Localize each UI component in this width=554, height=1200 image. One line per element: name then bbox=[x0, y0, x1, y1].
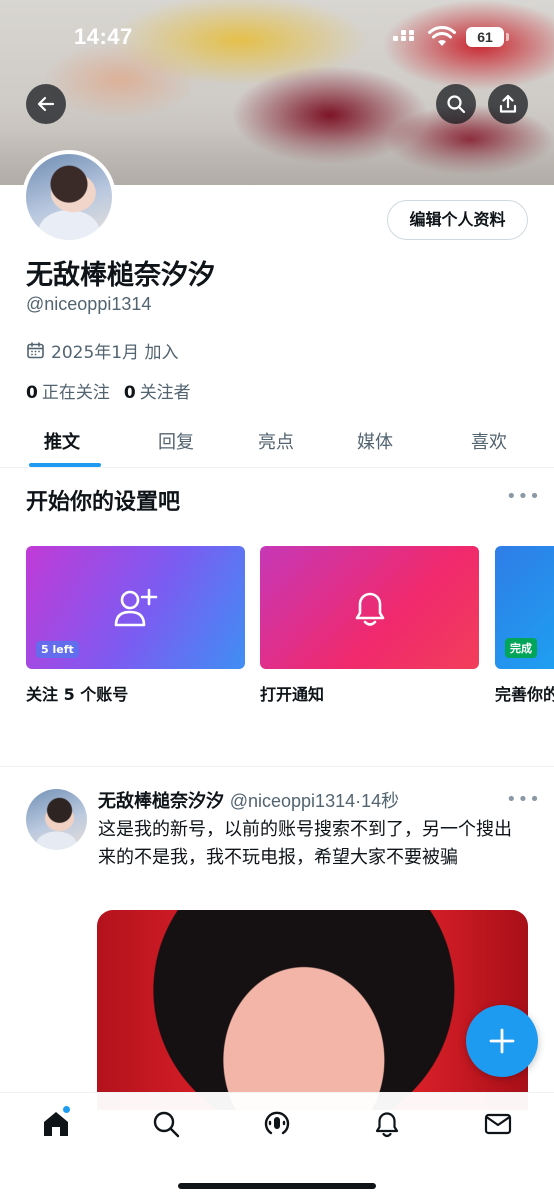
post-image[interactable] bbox=[97, 910, 528, 1110]
post-author-name[interactable]: 无敌棒槌奈汐汐 bbox=[98, 791, 224, 812]
setup-card-profile[interactable]: 完成 bbox=[495, 546, 554, 669]
followers-link[interactable]: 0 关注者 bbox=[124, 378, 191, 403]
profile-tabs: 推文 回复 亮点 媒体 喜欢 bbox=[0, 412, 554, 468]
cellular-signal-icon bbox=[393, 30, 415, 46]
following-label: 正在关注 bbox=[41, 383, 110, 403]
edit-profile-button[interactable]: 编辑个人资料 bbox=[387, 200, 528, 240]
home-indicator bbox=[178, 1183, 376, 1189]
search-icon[interactable] bbox=[151, 1109, 181, 1139]
active-tab-indicator bbox=[29, 463, 101, 467]
search-button[interactable] bbox=[436, 84, 476, 124]
following-count: 0 bbox=[26, 383, 38, 403]
status-bar: 14:47 61 bbox=[0, 22, 554, 54]
setup-card-follow[interactable]: 5 left bbox=[26, 546, 245, 669]
setup-card-notifications-label: 打开通知 bbox=[260, 685, 325, 704]
back-arrow-icon bbox=[37, 96, 55, 112]
calendar-icon bbox=[27, 342, 44, 359]
tab-replies[interactable]: 回复 bbox=[158, 428, 194, 454]
setup-card-profile-label: 完善你的 bbox=[495, 685, 554, 704]
notifications-icon[interactable] bbox=[372, 1109, 402, 1139]
compose-button[interactable] bbox=[466, 1005, 538, 1077]
more-options-icon[interactable]: ••• bbox=[506, 486, 541, 507]
joined-date: 2025年1月 加入 bbox=[26, 338, 178, 363]
user-handle: @niceoppi1314 bbox=[26, 294, 152, 314]
tab-media[interactable]: 媒体 bbox=[357, 428, 393, 454]
status-time: 14:47 bbox=[74, 24, 133, 49]
complete-badge: 完成 bbox=[505, 638, 537, 658]
setup-title: 开始你的设置吧 bbox=[26, 490, 181, 515]
plus-icon bbox=[489, 1028, 515, 1054]
battery-indicator: 61 bbox=[466, 27, 509, 47]
share-button[interactable] bbox=[488, 84, 528, 124]
tab-highlights[interactable]: 亮点 bbox=[258, 428, 294, 454]
share-icon bbox=[499, 94, 517, 113]
post-header: 无敌棒槌奈汐汐 @niceoppi1314·14秒 bbox=[98, 787, 399, 813]
post-avatar[interactable] bbox=[26, 789, 87, 850]
search-icon bbox=[447, 95, 466, 114]
unread-dot bbox=[62, 1105, 71, 1114]
setup-card-follow-label: 关注 5 个账号 bbox=[26, 685, 129, 704]
followers-label: 关注者 bbox=[139, 383, 191, 403]
display-name: 无敌棒槌奈汐汐 bbox=[26, 260, 215, 291]
tab-posts[interactable]: 推文 bbox=[44, 428, 80, 454]
following-link[interactable]: 0 正在关注 bbox=[26, 378, 110, 403]
joined-label: 2025年1月 加入 bbox=[51, 343, 179, 363]
setup-card-notifications[interactable] bbox=[260, 546, 479, 669]
post-text: 这是我的新号，以前的账号搜索不到了，另一个搜出来的不是我，我不玩电报，希望大家不… bbox=[98, 819, 512, 868]
bell-icon bbox=[355, 592, 384, 626]
messages-icon[interactable] bbox=[483, 1109, 513, 1139]
followers-count: 0 bbox=[123, 383, 136, 403]
section-divider bbox=[0, 766, 554, 767]
tab-likes[interactable]: 喜欢 bbox=[471, 428, 507, 454]
back-button[interactable] bbox=[26, 84, 66, 124]
remaining-badge: 5 left bbox=[36, 641, 79, 658]
spaces-icon[interactable] bbox=[262, 1109, 292, 1139]
profile-avatar[interactable] bbox=[22, 150, 116, 244]
add-user-icon bbox=[114, 588, 157, 626]
follow-stats: 0 正在关注 0 关注者 bbox=[26, 378, 191, 403]
post-meta: @niceoppi1314·14秒 bbox=[229, 791, 400, 811]
post-more-icon[interactable]: ••• bbox=[506, 789, 541, 810]
wifi-icon bbox=[428, 26, 456, 46]
